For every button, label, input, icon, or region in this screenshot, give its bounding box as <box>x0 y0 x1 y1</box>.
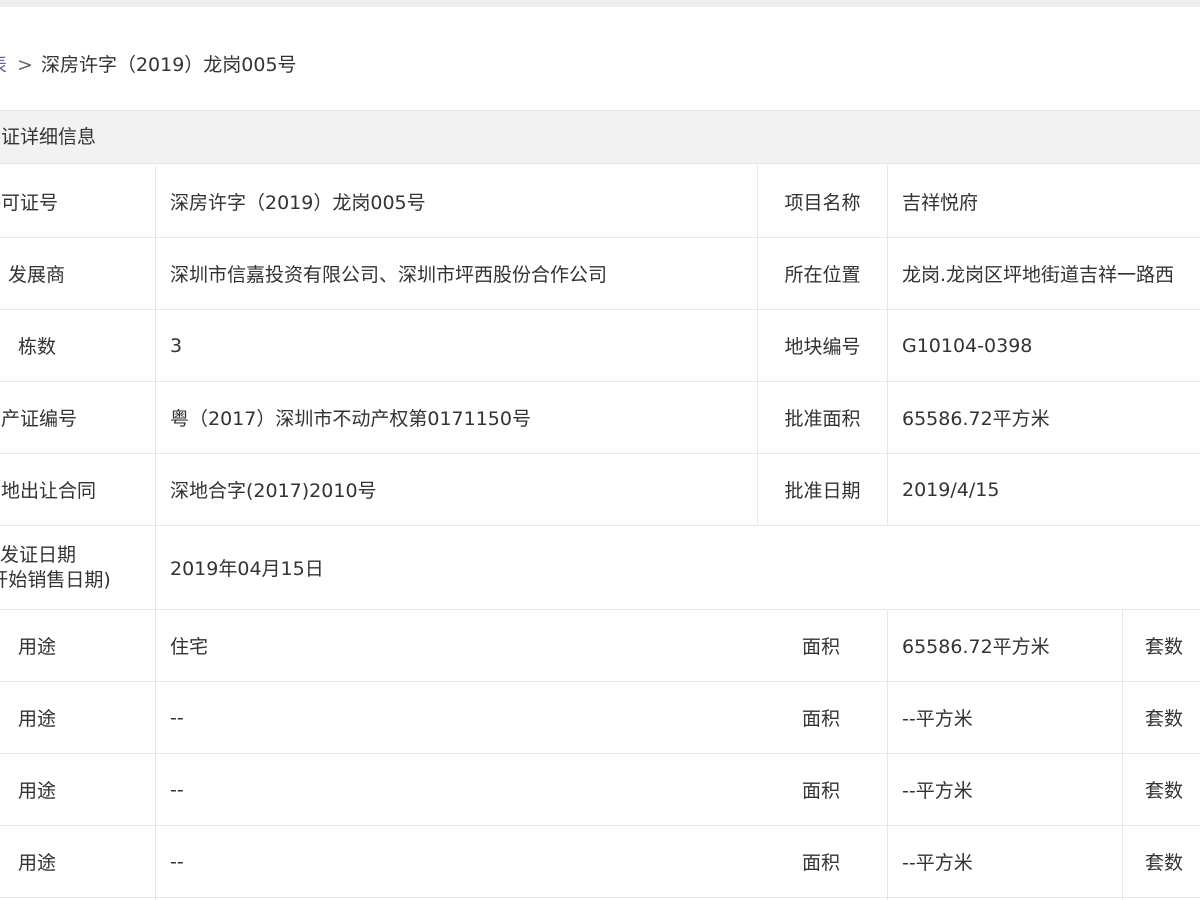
value-approved-area: 65586.72平方米 <box>902 408 1050 430</box>
usage-value: -- <box>170 706 184 729</box>
area-label: 面积 <box>802 636 841 658</box>
column-divider <box>1122 609 1123 900</box>
units-label: 套数 <box>1145 708 1184 730</box>
label-building-count: 栋数 <box>18 336 57 358</box>
value-issue-date: 2019年04月15日 <box>170 558 324 580</box>
row-divider <box>0 897 1200 898</box>
area-value: --平方米 <box>902 852 973 874</box>
label-project-name: 项目名称 <box>784 192 861 214</box>
permit-detail-table: 许可证号 深房许字（2019）龙岗005号 项目名称 吉祥悦府 发展商 深圳市信… <box>0 0 1200 900</box>
value-building-count: 3 <box>170 334 183 357</box>
area-label: 面积 <box>802 780 841 802</box>
column-divider <box>155 165 156 900</box>
column-divider <box>887 609 888 900</box>
area-value: --平方米 <box>902 780 973 802</box>
area-label: 面积 <box>802 708 841 730</box>
value-property-cert: 粤（2017）深圳市不动产权第0171150号 <box>170 408 531 430</box>
units-label: 套数 <box>1145 852 1184 874</box>
label-plot-number: 地块编号 <box>784 336 861 358</box>
value-developer: 深圳市信嘉投资有限公司、深圳市坪西股份合作公司 <box>170 264 608 286</box>
label-land-contract: 土地出让合同 <box>0 480 97 502</box>
area-value: --平方米 <box>902 708 973 730</box>
label-issue-date-line1: 发证日期 <box>0 543 77 566</box>
area-label: 面积 <box>802 852 841 874</box>
usage-label: 用途 <box>18 852 57 874</box>
usage-label: 用途 <box>18 636 57 658</box>
value-approval-date: 2019/4/15 <box>902 478 1000 501</box>
units-label: 套数 <box>1145 780 1184 802</box>
label-developer: 发展商 <box>8 264 66 286</box>
units-label: 套数 <box>1145 636 1184 658</box>
label-location: 所在位置 <box>784 264 861 286</box>
area-value: 65586.72平方米 <box>902 636 1050 658</box>
value-plot-number: G10104-0398 <box>902 334 1033 357</box>
label-property-cert: 房产证编号 <box>0 408 78 430</box>
value-project-name: 吉祥悦府 <box>902 192 979 214</box>
value-location: 龙岗.龙岗区坪地街道吉祥一路西 <box>902 264 1175 286</box>
value-permit-number: 深房许字（2019）龙岗005号 <box>170 192 426 214</box>
label-permit-number: 许可证号 <box>0 192 59 214</box>
label-approval-date: 批准日期 <box>784 480 861 502</box>
value-land-contract: 深地合字(2017)2010号 <box>170 480 377 502</box>
usage-value: 住宅 <box>170 636 209 658</box>
column-divider <box>887 165 888 525</box>
usage-label: 用途 <box>18 708 57 730</box>
usage-label: 用途 <box>18 780 57 802</box>
usage-value: -- <box>170 850 184 873</box>
usage-value: -- <box>170 778 184 801</box>
label-approved-area: 批准面积 <box>784 408 861 430</box>
label-issue-date: 发证日期 (开始销售日期) <box>0 526 111 609</box>
label-issue-date-line2: (开始销售日期) <box>0 568 111 591</box>
